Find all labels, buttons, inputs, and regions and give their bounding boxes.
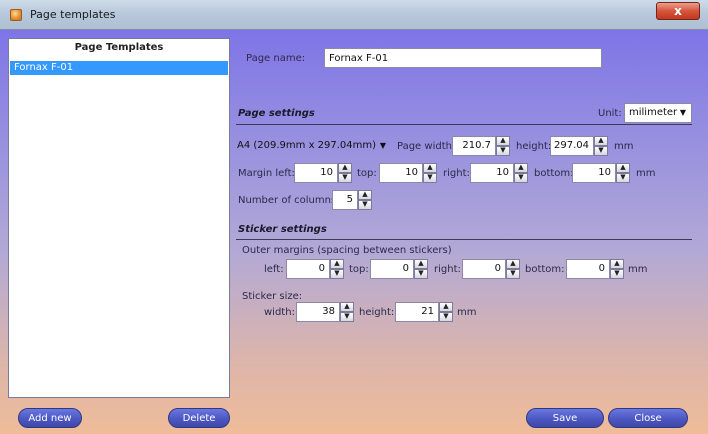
paper-size-value: A4 (209.9mm x 297.04mm) — [237, 140, 377, 151]
down-arrow-icon[interactable]: ▼ — [414, 269, 428, 279]
down-arrow-icon[interactable]: ▼ — [340, 312, 354, 322]
margin-right-value[interactable]: 10 — [470, 163, 514, 183]
templates-pane: Page Templates Fornax F-01 — [8, 38, 230, 398]
sticker-size-label: Sticker size: — [242, 291, 303, 302]
title-bar: Page templates x — [0, 0, 708, 30]
chevron-down-icon: ▼ — [679, 108, 686, 117]
save-button[interactable]: Save — [526, 408, 604, 428]
sticker-top-stepper[interactable]: 0 ▲ ▼ — [370, 259, 428, 279]
down-arrow-icon[interactable]: ▼ — [506, 269, 520, 279]
margin-right-stepper[interactable]: 10 ▲ ▼ — [470, 163, 528, 183]
add-new-button[interactable]: Add new — [18, 408, 82, 428]
down-arrow-icon[interactable]: ▼ — [496, 146, 510, 156]
page-width-value[interactable]: 210.7 — [452, 136, 496, 156]
page-settings-heading: Page settings — [238, 108, 315, 119]
sticker-width-value[interactable]: 38 — [296, 302, 340, 322]
list-item[interactable]: Fornax F-01 — [10, 61, 228, 75]
margin-top-label: top: — [357, 168, 377, 179]
chevron-down-icon: ▼ — [379, 141, 386, 150]
down-arrow-icon[interactable]: ▼ — [594, 146, 608, 156]
margin-right-label: right: — [443, 168, 470, 179]
down-arrow-icon[interactable]: ▼ — [616, 173, 630, 183]
sticker-top-value[interactable]: 0 — [370, 259, 414, 279]
down-arrow-icon[interactable]: ▼ — [358, 200, 372, 210]
sticker-width-stepper[interactable]: 38 ▲ ▼ — [296, 302, 354, 322]
page-settings-divider — [236, 124, 692, 125]
app-icon — [10, 9, 22, 21]
up-arrow-icon[interactable]: ▲ — [616, 163, 630, 173]
margin-left-label: Margin left: — [238, 168, 295, 179]
up-arrow-icon[interactable]: ▲ — [414, 259, 428, 269]
page-height-label: height: — [516, 141, 552, 152]
down-arrow-icon[interactable]: ▼ — [423, 173, 437, 183]
unit-value: milimeter — [629, 107, 678, 118]
page-height-value[interactable]: 297.04 — [550, 136, 594, 156]
up-arrow-icon[interactable]: ▲ — [423, 163, 437, 173]
sticker-left-label: left: — [264, 264, 284, 275]
close-button[interactable]: Close — [608, 408, 688, 428]
sticker-right-value[interactable]: 0 — [462, 259, 506, 279]
page-name-input[interactable] — [324, 48, 602, 68]
unit-label: Unit: — [598, 108, 622, 119]
columns-stepper[interactable]: 5 ▲ ▼ — [332, 190, 372, 210]
sticker-width-label: width: — [264, 307, 295, 318]
sticker-top-label: top: — [349, 264, 369, 275]
sticker-left-stepper[interactable]: 0 ▲ ▼ — [286, 259, 344, 279]
sticker-bottom-label: bottom: — [525, 264, 565, 275]
margin-top-stepper[interactable]: 10 ▲ ▼ — [379, 163, 437, 183]
down-arrow-icon[interactable]: ▼ — [514, 173, 528, 183]
sticker-left-value[interactable]: 0 — [286, 259, 330, 279]
paper-size-select[interactable]: A4 (209.9mm x 297.04mm) ▼ — [234, 136, 392, 156]
up-arrow-icon[interactable]: ▲ — [340, 302, 354, 312]
outer-margins-label: Outer margins (spacing between stickers) — [242, 245, 452, 256]
up-arrow-icon[interactable]: ▲ — [594, 136, 608, 146]
margin-top-value[interactable]: 10 — [379, 163, 423, 183]
sticker-height-stepper[interactable]: 21 ▲ ▼ — [395, 302, 453, 322]
margin-left-value[interactable]: 10 — [294, 163, 338, 183]
sticker-height-label: height: — [359, 307, 395, 318]
up-arrow-icon[interactable]: ▲ — [338, 163, 352, 173]
page-width-stepper[interactable]: 210.7 ▲ ▼ — [452, 136, 510, 156]
up-arrow-icon[interactable]: ▲ — [439, 302, 453, 312]
up-arrow-icon[interactable]: ▲ — [610, 259, 624, 269]
page-width-label: Page width: — [397, 141, 456, 152]
templates-pane-title: Page Templates — [74, 42, 164, 53]
up-arrow-icon[interactable]: ▲ — [358, 190, 372, 200]
margin-unit-mm: mm — [636, 168, 656, 179]
margin-bottom-value[interactable]: 10 — [572, 163, 616, 183]
sticker-margin-unit-mm: mm — [628, 264, 648, 275]
sticker-right-label: right: — [434, 264, 461, 275]
down-arrow-icon[interactable]: ▼ — [439, 312, 453, 322]
columns-value[interactable]: 5 — [332, 190, 358, 210]
page-name-label: Page name: — [246, 53, 306, 64]
up-arrow-icon[interactable]: ▲ — [496, 136, 510, 146]
up-arrow-icon[interactable]: ▲ — [514, 163, 528, 173]
columns-label: Number of columns: — [238, 195, 340, 206]
sticker-size-unit-mm: mm — [457, 307, 477, 318]
page-height-stepper[interactable]: 297.04 ▲ ▼ — [550, 136, 608, 156]
up-arrow-icon[interactable]: ▲ — [330, 259, 344, 269]
page-name-field[interactable] — [325, 49, 601, 67]
page-unit-mm: mm — [614, 141, 634, 152]
sticker-height-value[interactable]: 21 — [395, 302, 439, 322]
close-window-button[interactable]: x — [656, 2, 700, 20]
margin-left-stepper[interactable]: 10 ▲ ▼ — [294, 163, 352, 183]
sticker-settings-divider — [236, 239, 692, 240]
templates-list[interactable]: Fornax F-01 — [10, 61, 228, 75]
margin-bottom-label: bottom: — [534, 168, 574, 179]
up-arrow-icon[interactable]: ▲ — [506, 259, 520, 269]
down-arrow-icon[interactable]: ▼ — [338, 173, 352, 183]
down-arrow-icon[interactable]: ▼ — [330, 269, 344, 279]
delete-button[interactable]: Delete — [168, 408, 230, 428]
window-title: Page templates — [30, 8, 116, 21]
sticker-bottom-stepper[interactable]: 0 ▲ ▼ — [566, 259, 624, 279]
sticker-bottom-value[interactable]: 0 — [566, 259, 610, 279]
margin-bottom-stepper[interactable]: 10 ▲ ▼ — [572, 163, 630, 183]
unit-select[interactable]: milimeter ▼ — [624, 103, 692, 123]
down-arrow-icon[interactable]: ▼ — [610, 269, 624, 279]
sticker-settings-heading: Sticker settings — [238, 224, 327, 235]
sticker-right-stepper[interactable]: 0 ▲ ▼ — [462, 259, 520, 279]
